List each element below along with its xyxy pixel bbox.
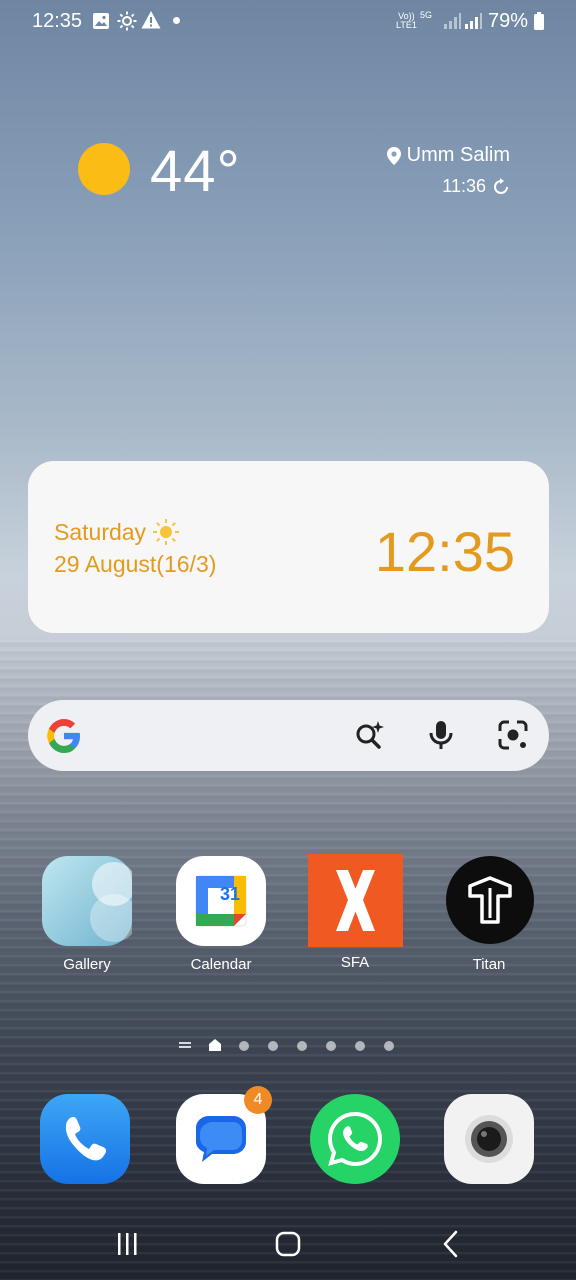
battery-percent: 79%: [488, 10, 529, 32]
sunny-weather-icon: [78, 143, 130, 195]
temperature: 44°: [150, 139, 241, 204]
back-button[interactable]: [430, 1228, 470, 1260]
signal-icon-sim1: [444, 13, 461, 29]
signal-icon-sim2: [465, 13, 482, 29]
mic-icon[interactable]: [424, 718, 458, 752]
location-name: Umm Salim: [406, 144, 510, 166]
lens-camera-icon[interactable]: [496, 718, 530, 752]
day-of-week: Saturday: [54, 518, 180, 546]
calendar-date-text: 31: [219, 884, 241, 904]
whatsapp-icon[interactable]: [310, 1094, 400, 1184]
gallery-notification-icon: [93, 13, 109, 29]
google-search-bar[interactable]: [28, 700, 549, 771]
messages-app[interactable]: 4: [176, 1086, 272, 1184]
weather-sun-icon: [117, 11, 137, 31]
app-gallery[interactable]: Gallery: [32, 856, 142, 981]
titan-icon: [446, 856, 534, 944]
page-dot[interactable]: [297, 1041, 307, 1051]
sun-icon: [153, 519, 180, 545]
google-logo-icon: [47, 719, 80, 753]
page-dot[interactable]: [326, 1041, 336, 1051]
page-dot[interactable]: [355, 1041, 365, 1051]
recents-button[interactable]: [107, 1228, 147, 1260]
more-notifications-dot: [173, 17, 180, 24]
day-label: Saturday: [54, 518, 147, 545]
weather-location: Umm Salim: [386, 144, 510, 167]
sfa-icon: [308, 854, 403, 947]
gallery-icon: [42, 856, 132, 946]
app-titan[interactable]: Titan: [434, 856, 544, 981]
date-label: 29 August(16/3): [54, 551, 217, 577]
page-dot[interactable]: [268, 1041, 278, 1051]
app-label: Gallery: [63, 956, 111, 973]
volte-indicator: Vo)) LTE1: [396, 11, 417, 30]
page-indicator[interactable]: [178, 1038, 398, 1052]
updated-time: 11:36: [442, 176, 486, 196]
clock-time: 12:35: [374, 520, 515, 583]
ai-search-icon[interactable]: [353, 718, 387, 752]
status-time: 12:35: [32, 10, 83, 32]
date-time-widget[interactable]: Saturday 29 August(16/3) 12:35: [28, 461, 549, 633]
navigation-bar: [0, 1218, 576, 1270]
home-page-icon[interactable]: [208, 1038, 222, 1052]
home-button[interactable]: [268, 1228, 308, 1260]
phone-icon[interactable]: [40, 1094, 130, 1184]
app-calendar[interactable]: 31 Calendar: [166, 856, 276, 981]
page-dot[interactable]: [384, 1041, 394, 1051]
list-view-icon[interactable]: [178, 1040, 192, 1050]
app-label: Calendar: [190, 956, 252, 973]
weather-updated: 11:36: [442, 176, 510, 197]
app-sfa[interactable]: SFA: [300, 854, 410, 981]
status-bar: 12:35 Vo)) LTE1 5G 79%: [0, 0, 576, 44]
app-label: SFA: [340, 954, 370, 971]
refresh-icon[interactable]: [492, 177, 510, 196]
page-dot[interactable]: [239, 1041, 249, 1051]
warning-icon: [141, 11, 161, 29]
unread-badge: 4: [244, 1086, 272, 1114]
location-pin-icon: [386, 146, 401, 165]
network-type: 5G: [420, 10, 433, 20]
app-label: Titan: [472, 956, 506, 973]
camera-icon[interactable]: [444, 1094, 534, 1184]
battery-icon: [534, 12, 544, 30]
